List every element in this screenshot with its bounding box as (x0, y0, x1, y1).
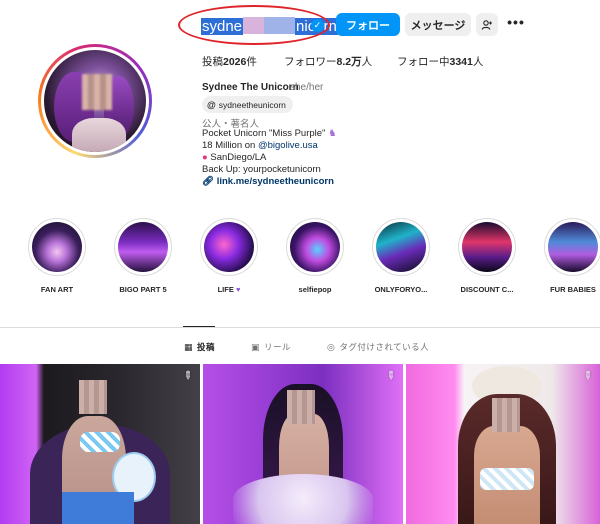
profile-avatar[interactable] (38, 44, 152, 158)
highlight-cover (290, 222, 340, 272)
following-value: 3341 (449, 56, 473, 68)
tab-label: タグ付けされている人 (339, 342, 430, 352)
highlight-ring (28, 218, 86, 276)
username-start: sydne (201, 18, 244, 35)
posts-unit: 件 (246, 56, 257, 68)
purple-heart-icon: ♥ (235, 285, 241, 294)
link-text: link.me/sydneetheunicorn (216, 176, 334, 187)
tabs-divider (0, 327, 600, 328)
highlight-onlyforyo[interactable]: ONLYFORYO... (368, 218, 434, 294)
highlight-life[interactable]: LIFE ♥ (196, 218, 262, 294)
grid-icon: ▦ (184, 341, 194, 352)
follow-button[interactable]: フォロー (336, 13, 400, 36)
highlight-label: DISCOUNT C... (460, 285, 514, 294)
highlight-fan-art[interactable]: FAN ART (24, 218, 90, 294)
highlight-label: selfiepop (298, 285, 332, 294)
highlight-fur-babies[interactable]: FUR BABIES (540, 218, 600, 294)
post-detail (480, 468, 534, 490)
highlight-label: LIFE ♥ (196, 285, 262, 294)
bio-text: SanDiego/LA (210, 152, 267, 163)
posts-label: 投稿 (202, 56, 223, 68)
highlight-cover (32, 222, 82, 272)
highlight-bigo-part-5[interactable]: BIGO PART 5 (110, 218, 176, 294)
highlight-cover (376, 222, 426, 272)
post-thumbnail[interactable]: ✎ (0, 364, 200, 524)
followers-label: フォロワー (284, 56, 337, 68)
highlight-selfiepop[interactable]: selfiepop (282, 218, 348, 294)
add-user-icon[interactable] (476, 13, 498, 36)
tab-reels[interactable]: ▣ リール (251, 341, 291, 353)
highlight-ring (372, 218, 430, 276)
followers-value: 8.2万 (336, 56, 362, 68)
blurred-face (79, 380, 107, 414)
avatar-ring (41, 47, 149, 155)
highlight-cover (118, 222, 168, 272)
highlight-label-text: LIFE (217, 285, 234, 294)
location-pin-icon: ● (202, 152, 208, 163)
avatar-detail (72, 118, 126, 152)
bio-text: 18 Million on (202, 140, 258, 151)
highlight-label: BIGO PART 5 (119, 285, 167, 294)
external-link[interactable]: 🔗︎ link.me/sydneetheunicorn (202, 176, 334, 187)
pinned-post-icon: ✎ (579, 368, 595, 384)
tab-label: 投稿 (197, 342, 216, 352)
avatar-image (44, 50, 146, 152)
redacted-username-part (243, 17, 296, 34)
following-label: フォロー中 (397, 56, 450, 68)
highlight-cover (204, 222, 254, 272)
bio-line: 18 Million on @bigolive.usa (202, 140, 318, 151)
bio-line: ● SanDiego/LA (202, 152, 266, 163)
highlight-ring (286, 218, 344, 276)
post-detail (80, 432, 120, 452)
blurred-face (82, 74, 112, 110)
bio-line: Pocket Unicorn "Miss Purple" ♞ (202, 128, 337, 139)
pronouns: she/her (290, 82, 324, 93)
highlight-discount[interactable]: DISCOUNT C... (454, 218, 520, 294)
followers-count[interactable]: フォロワー8.2万人 (284, 54, 372, 69)
bio-line: Back Up: yourpocketunicorn (202, 164, 321, 175)
posts-count: 投稿2026件 (202, 54, 257, 69)
bigolive-mention-link[interactable]: @bigolive.usa (258, 140, 318, 151)
unicorn-icon: ♞ (328, 128, 337, 139)
posts-value: 2026 (223, 56, 247, 68)
highlight-ring (114, 218, 172, 276)
highlight-label: FAN ART (40, 285, 74, 294)
link-icon: 🔗︎ (202, 176, 215, 187)
blurred-face (492, 398, 520, 432)
highlight-cover (462, 222, 512, 272)
highlight-ring (200, 218, 258, 276)
verified-badge-icon: ✓ (311, 19, 324, 32)
add-user-icon-svg (481, 19, 492, 30)
following-count[interactable]: フォロー中3341人 (397, 54, 483, 69)
following-unit: 人 (472, 56, 484, 68)
post-detail (233, 474, 373, 524)
blurred-face (287, 390, 315, 424)
post-detail (62, 492, 134, 524)
highlight-label: ONLYFORYO... (374, 285, 428, 294)
reels-icon: ▣ (251, 341, 261, 352)
tagged-icon: ◎ (327, 341, 336, 352)
tab-label: リール (264, 342, 292, 352)
pinned-post-icon: ✎ (179, 368, 195, 384)
active-tab-indicator (183, 326, 215, 327)
followers-unit: 人 (361, 56, 373, 68)
tab-tagged[interactable]: ◎ タグ付けされている人 (327, 341, 429, 353)
post-thumbnail[interactable]: ✎ (406, 364, 600, 524)
message-button[interactable]: メッセージ (405, 13, 471, 36)
highlight-ring (458, 218, 516, 276)
threads-handle: sydneetheunicorn (218, 99, 286, 110)
full-name: Sydnee The Unicorn (202, 82, 299, 93)
highlight-cover (548, 222, 598, 272)
more-options-icon[interactable]: ••• (505, 14, 527, 34)
highlight-ring (544, 218, 600, 276)
post-thumbnail[interactable]: ✎ (203, 364, 403, 524)
bio-text: Pocket Unicorn "Miss Purple" (202, 128, 326, 139)
tab-posts[interactable]: ▦ 投稿 (184, 341, 215, 353)
threads-icon: @ (207, 99, 216, 110)
threads-link[interactable]: @ sydneetheunicorn (202, 96, 293, 113)
pinned-post-icon: ✎ (382, 368, 398, 384)
highlight-label: FUR BABIES (550, 285, 596, 294)
